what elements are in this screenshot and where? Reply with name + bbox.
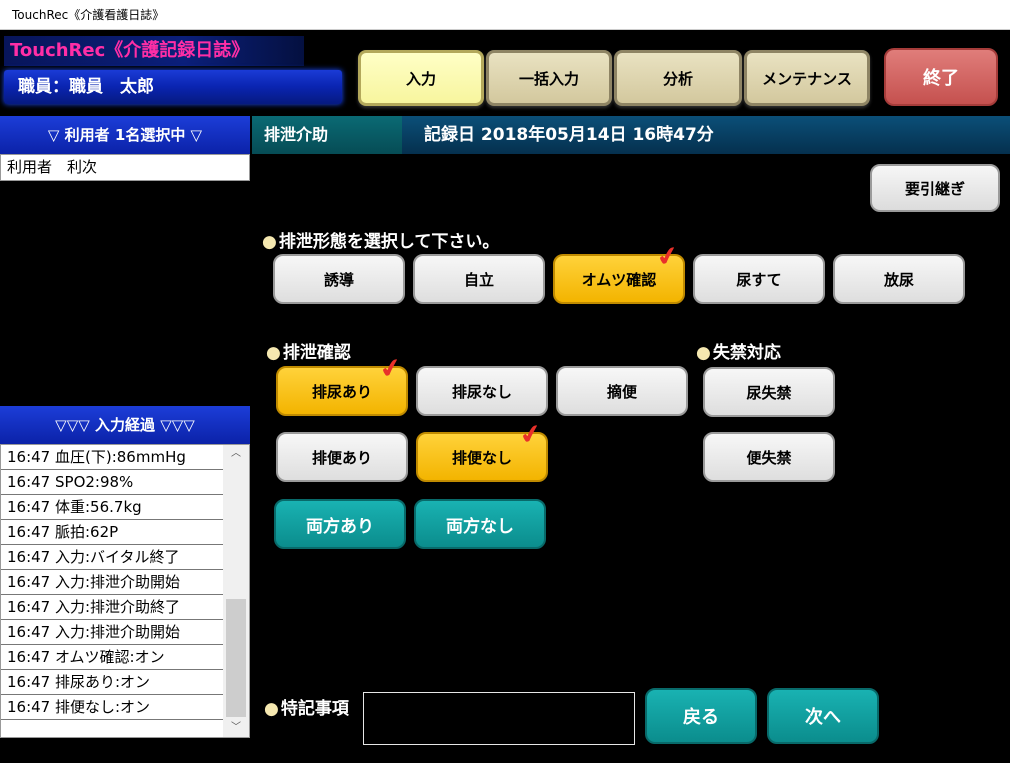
bullet-icon: ● <box>266 343 281 363</box>
history-item: 16:47 入力:排泄介助開始 <box>1 620 223 645</box>
bullet-icon: ● <box>262 232 277 252</box>
users-panel-header[interactable]: ▽ 利用者 1名選択中 ▽ <box>0 116 250 154</box>
history-item: 16:47 オムツ確認:オン <box>1 645 223 670</box>
history-list: 16:47 血圧(下):86mmHg 16:47 SPO2:98% 16:47 … <box>1 445 223 737</box>
stool-incontinence-button[interactable]: 便失禁 <box>703 432 835 482</box>
both-yes-button[interactable]: 両方あり <box>274 499 406 549</box>
app-header: TouchRec《介護記録日誌》 職員：職員 太郎 入力 一括入力 分析 メンテ… <box>0 30 1010 116</box>
both-no-button[interactable]: 両方なし <box>414 499 546 549</box>
history-item: 16:47 血圧(下):86mmHg <box>1 445 223 470</box>
history-item: 16:47 排便なし:オン <box>1 695 223 720</box>
stool-no-button[interactable]: 排便なし ✔ <box>416 418 548 482</box>
stool-extraction-button[interactable]: 摘便 <box>556 366 688 416</box>
chevron-up-icon[interactable]: ︿ <box>223 445 249 463</box>
red-check-mark-icon: ✔ <box>654 240 682 274</box>
app-title: TouchRec《介護記録日誌》 <box>4 36 304 66</box>
notes-label: ● 特記事項 <box>264 699 349 719</box>
section-title: 排泄介助 <box>252 116 402 154</box>
urine-incontinence-button[interactable]: 尿失禁 <box>703 367 835 417</box>
history-scrollbar[interactable]: ︿ ﹀ <box>223 445 249 737</box>
chevron-down-icon[interactable]: ﹀ <box>223 719 249 737</box>
history-item: 16:47 脈拍:62P <box>1 520 223 545</box>
history-item: 16:47 体重:56.7kg <box>1 495 223 520</box>
red-check-mark-icon: ✔ <box>517 418 545 452</box>
notes-input[interactable] <box>363 692 635 745</box>
stool-yes-button[interactable]: 排便あり <box>276 432 408 482</box>
history-item: 16:47 入力:排泄介助終了 <box>1 595 223 620</box>
nav-maintenance-button[interactable]: メンテナンス <box>744 50 870 106</box>
option-diaper-check-button[interactable]: オムツ確認 ✔ <box>553 240 685 304</box>
next-button[interactable]: 次へ <box>767 688 879 744</box>
red-check-mark-icon: ✔ <box>377 352 405 386</box>
back-button[interactable]: 戻る <box>645 688 757 744</box>
option-urination-button[interactable]: 放尿 <box>833 254 965 304</box>
record-date: 記録日 2018年05月14日 16時47分 <box>402 116 1010 154</box>
nav-input-button[interactable]: 入力 <box>358 50 484 106</box>
staff-name: 職員：職員 太郎 <box>4 70 342 104</box>
excretion-check-label: ● 排泄確認 <box>266 343 351 363</box>
exit-button[interactable]: 終了 <box>884 48 998 106</box>
incontinence-label: ● 失禁対応 <box>696 343 781 363</box>
history-item: 16:47 入力:排泄介助開始 <box>1 570 223 595</box>
history-item: 16:47 入力:バイタル終了 <box>1 545 223 570</box>
urine-no-button[interactable]: 排尿なし <box>416 366 548 416</box>
option-guidance-button[interactable]: 誘導 <box>273 254 405 304</box>
history-item: 16:47 SPO2:98% <box>1 470 223 495</box>
excretion-type-label: ● 排泄形態を選択して下さい。 <box>262 232 500 252</box>
option-urine-dispose-button[interactable]: 尿すて <box>693 254 825 304</box>
handover-button[interactable]: 要引継ぎ <box>870 164 1000 212</box>
selected-user-item[interactable]: 利用者 利次 <box>0 154 250 181</box>
bullet-icon: ● <box>264 699 279 719</box>
nav-analysis-button[interactable]: 分析 <box>614 50 742 106</box>
bullet-icon: ● <box>696 343 711 363</box>
nav-bulk-input-button[interactable]: 一括入力 <box>486 50 612 106</box>
option-independent-button[interactable]: 自立 <box>413 254 545 304</box>
history-header[interactable]: ▽▽▽ 入力経過 ▽▽▽ <box>0 406 250 444</box>
urine-yes-button[interactable]: 排尿あり ✔ <box>276 352 408 416</box>
scrollbar-thumb[interactable] <box>226 599 246 717</box>
window-title: TouchRec《介護看護日誌》 <box>0 0 1010 30</box>
history-panel: 16:47 血圧(下):86mmHg 16:47 SPO2:98% 16:47 … <box>0 444 250 738</box>
history-item: 16:47 排尿あり:オン <box>1 670 223 695</box>
